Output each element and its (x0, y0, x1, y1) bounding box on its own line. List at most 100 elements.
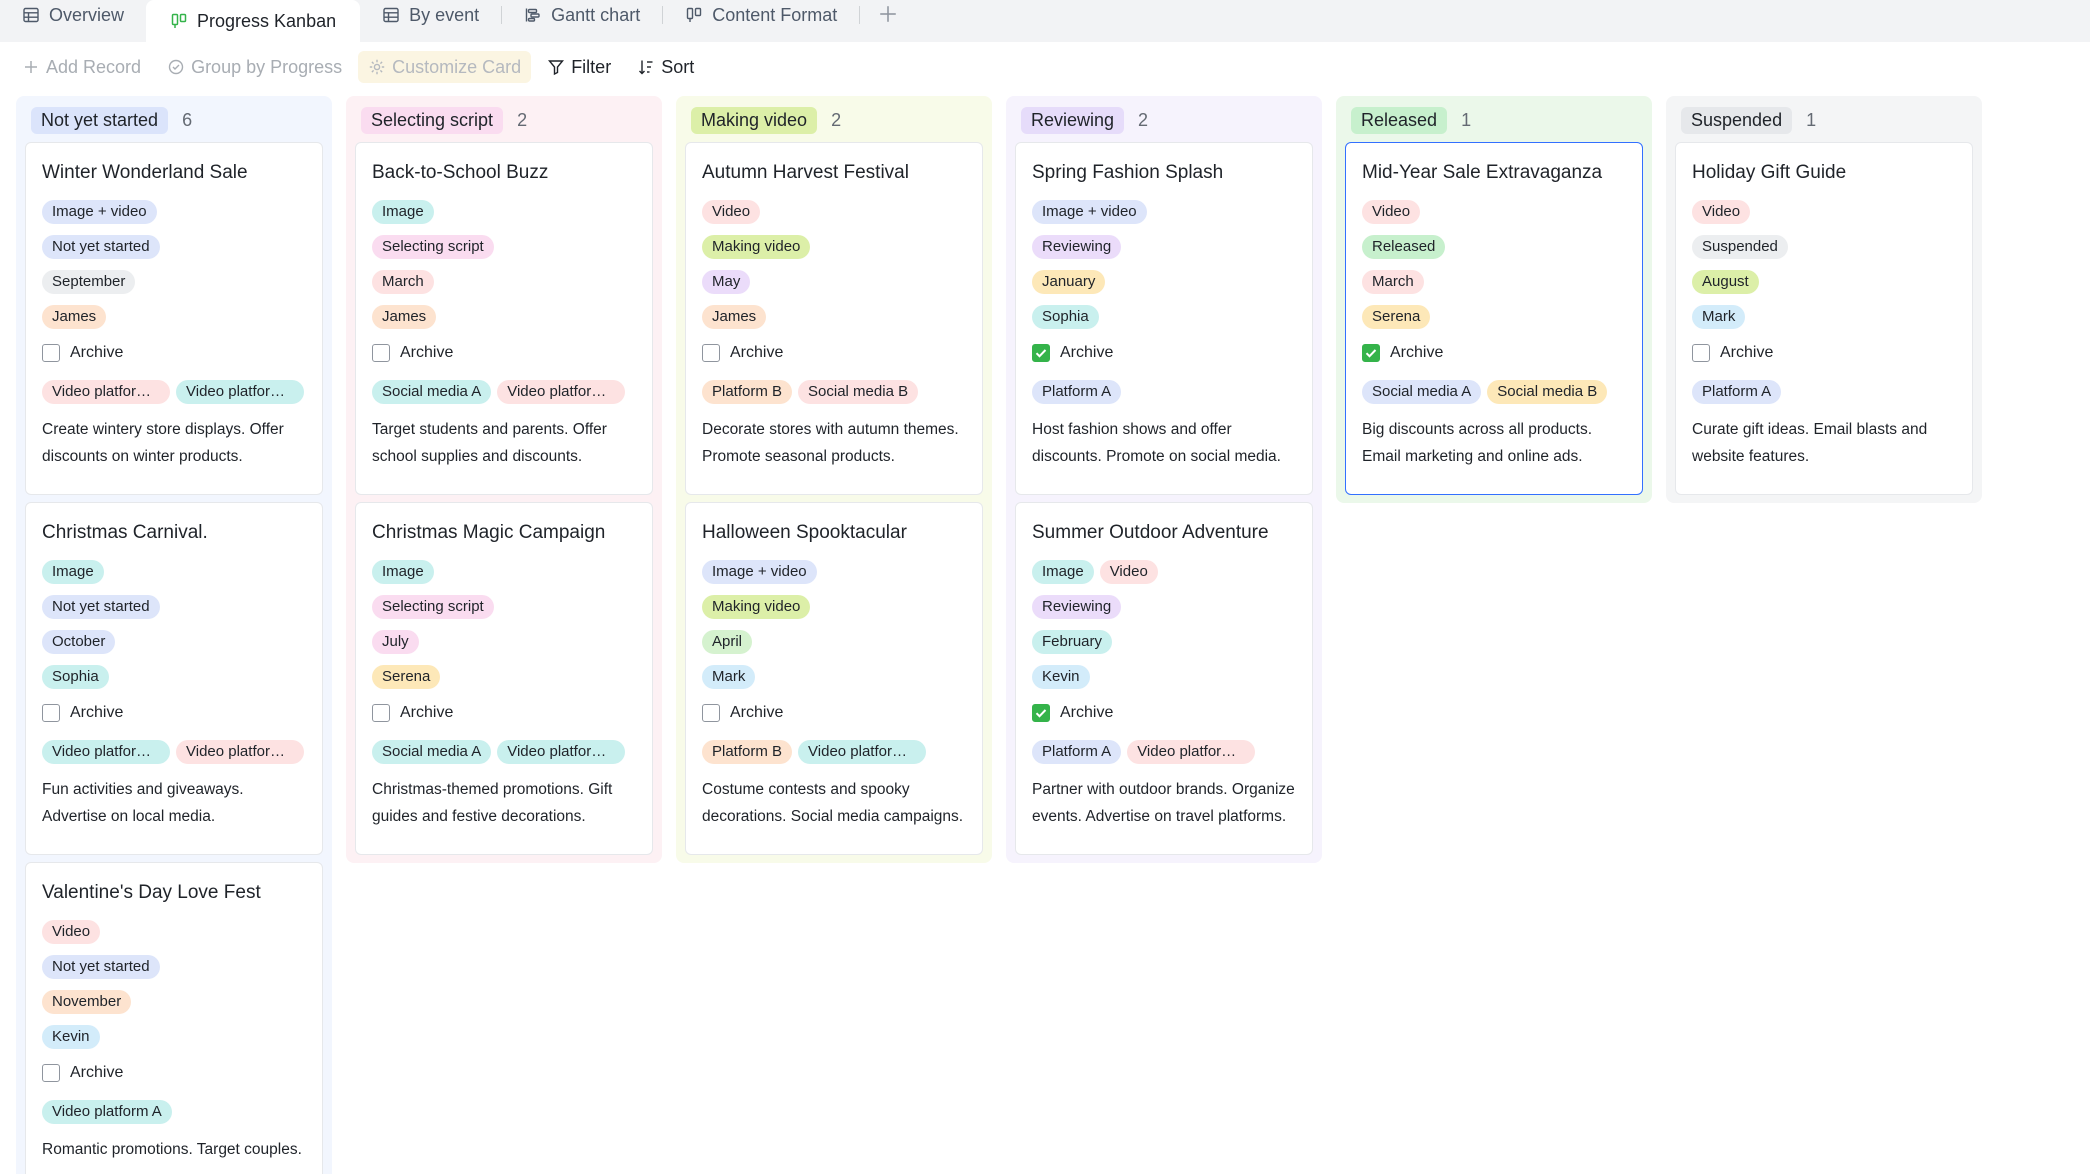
platform-tag: Video platform B (176, 740, 304, 764)
card-title: Valentine's Day Love Fest (42, 882, 261, 903)
kanban-column: Reviewing 2 Spring Fashion Splash Image + v… (1006, 96, 1322, 863)
tab-overview[interactable]: Overview (0, 0, 146, 30)
archive-checkbox[interactable] (372, 704, 390, 722)
archive-checkbox[interactable] (42, 704, 60, 722)
archive-checkbox[interactable] (372, 344, 390, 362)
archive-checkbox[interactable] (702, 704, 720, 722)
owner-tag: Kevin (1032, 664, 1090, 689)
card-title: Mid-Year Sale Extravaganza (1362, 162, 1603, 183)
archive-label: Archive (730, 344, 784, 361)
owner-field: Mark (1692, 299, 1956, 334)
archive-field: Archive (42, 694, 306, 732)
archive-checkbox[interactable] (1032, 704, 1050, 722)
column-title[interactable]: Making video (691, 106, 818, 134)
card-description: Curate gift ideas. Email blasts and webs… (1692, 421, 1928, 465)
platform-tag: Social media A (1362, 380, 1482, 404)
progress-field: Suspended (1692, 229, 1956, 264)
customize-card-button[interactable]: Customize Card (358, 51, 532, 83)
card-title: Summer Outdoor Adventure (1032, 522, 1269, 543)
format-field: Image (42, 554, 306, 589)
month-field: September (42, 264, 306, 299)
archive-checkbox[interactable] (42, 1064, 60, 1082)
archive-field: Archive (1032, 694, 1296, 732)
column-title[interactable]: Released (1351, 106, 1448, 134)
group-by-button[interactable]: Group by Progress (157, 51, 352, 83)
owner-field: James (702, 299, 966, 334)
archive-field: Archive (42, 1054, 306, 1092)
card-list: Winter Wonderland Sale Image + video Not y… (25, 142, 323, 1174)
status-tag: Not yet started (42, 594, 160, 619)
record-card[interactable]: Christmas Carnival. Image Not yet started O… (25, 502, 323, 855)
column-count: 1 (1806, 109, 1817, 130)
add-record-button[interactable]: Add Record (12, 51, 151, 83)
month-field: July (372, 624, 636, 659)
format-tag: Image (372, 559, 434, 584)
sort-icon (637, 58, 655, 76)
month-field: May (702, 264, 966, 299)
tab-gantt-chart[interactable]: Gantt chart (502, 0, 662, 30)
format-field: Video (1362, 194, 1626, 229)
archive-checkbox[interactable] (1692, 344, 1710, 362)
platform-tag: Video platform B (497, 380, 626, 404)
archive-field: Archive (1692, 334, 1956, 372)
group-icon (167, 58, 185, 76)
platform-tag: Video platform A (497, 740, 626, 764)
record-card[interactable]: Halloween Spooktacular Image + video Makin… (685, 502, 983, 855)
archive-checkbox[interactable] (1032, 344, 1050, 362)
archive-label: Archive (1060, 344, 1114, 361)
month-field: March (372, 264, 636, 299)
status-tag: Selecting script (372, 594, 494, 619)
tab-by-event[interactable]: By event (360, 0, 501, 30)
record-card[interactable]: Mid-Year Sale Extravaganza Video Released M… (1345, 142, 1643, 495)
platform-tag: Platform B (702, 380, 793, 404)
record-card[interactable]: Spring Fashion Splash Image + video Review… (1015, 142, 1313, 495)
status-tag: Suspended (1692, 234, 1788, 259)
filter-button[interactable]: Filter (537, 51, 621, 83)
kanban-icon (685, 6, 703, 24)
record-card[interactable]: Autumn Harvest Festival Video Making video… (685, 142, 983, 495)
archive-label: Archive (70, 344, 124, 361)
column-title[interactable]: Selecting script (361, 106, 504, 134)
card-description: Romantic promotions. Target couples. (42, 1141, 302, 1158)
owner-field: Serena (372, 659, 636, 694)
tab-content-format[interactable]: Content Format (663, 0, 859, 30)
archive-checkbox[interactable] (42, 344, 60, 362)
owner-field: James (372, 299, 636, 334)
column-header: Suspended 1 (1675, 106, 1973, 134)
owner-field: Serena (1362, 299, 1626, 334)
format-field: Image Video (1032, 554, 1296, 589)
archive-checkbox[interactable] (702, 344, 720, 362)
record-card[interactable]: Valentine's Day Love Fest Video Not yet st… (25, 862, 323, 1174)
month-tag: April (702, 629, 753, 654)
platform-tag: Platform B (702, 740, 793, 764)
group-by-label: Group by Progress (191, 56, 343, 77)
column-count: 1 (1461, 109, 1472, 130)
archive-checkbox[interactable] (1362, 344, 1380, 362)
archive-field: Archive (702, 694, 966, 732)
month-tag: August (1692, 269, 1759, 294)
add-record-label: Add Record (46, 56, 142, 77)
filter-icon (547, 58, 565, 76)
column-count: 2 (1138, 109, 1149, 130)
progress-field: Making video (702, 229, 966, 264)
progress-field: Not yet started (42, 589, 306, 624)
record-card[interactable]: Holiday Gift Guide Video Suspended August Ma… (1675, 142, 1973, 495)
column-title[interactable]: Suspended (1681, 106, 1793, 134)
column-title[interactable]: Reviewing (1021, 106, 1125, 134)
record-card[interactable]: Christmas Magic Campaign Image Selecting s… (355, 502, 653, 855)
record-card[interactable]: Summer Outdoor Adventure Image Video Review… (1015, 502, 1313, 855)
tab-progress-kanban[interactable]: Progress Kanban (146, 0, 361, 42)
kanban-board: Not yet started 6 Winter Wonderland Sale Im… (16, 96, 1982, 1174)
sort-button[interactable]: Sort (627, 51, 704, 83)
record-card[interactable]: Winter Wonderland Sale Image + video Not y… (25, 142, 323, 495)
tab-label: Overview (49, 4, 125, 25)
month-tag: July (372, 629, 419, 654)
record-card[interactable]: Back-to-School Buzz Image Selecting script… (355, 142, 653, 495)
column-header: Released 1 (1345, 106, 1643, 134)
gantt-icon (524, 6, 542, 24)
status-tag: Making video (702, 234, 811, 259)
owner-field: Kevin (42, 1019, 306, 1054)
column-title[interactable]: Not yet started (31, 106, 169, 134)
month-tag: February (1032, 629, 1113, 654)
add-view-button[interactable] (868, 0, 908, 30)
